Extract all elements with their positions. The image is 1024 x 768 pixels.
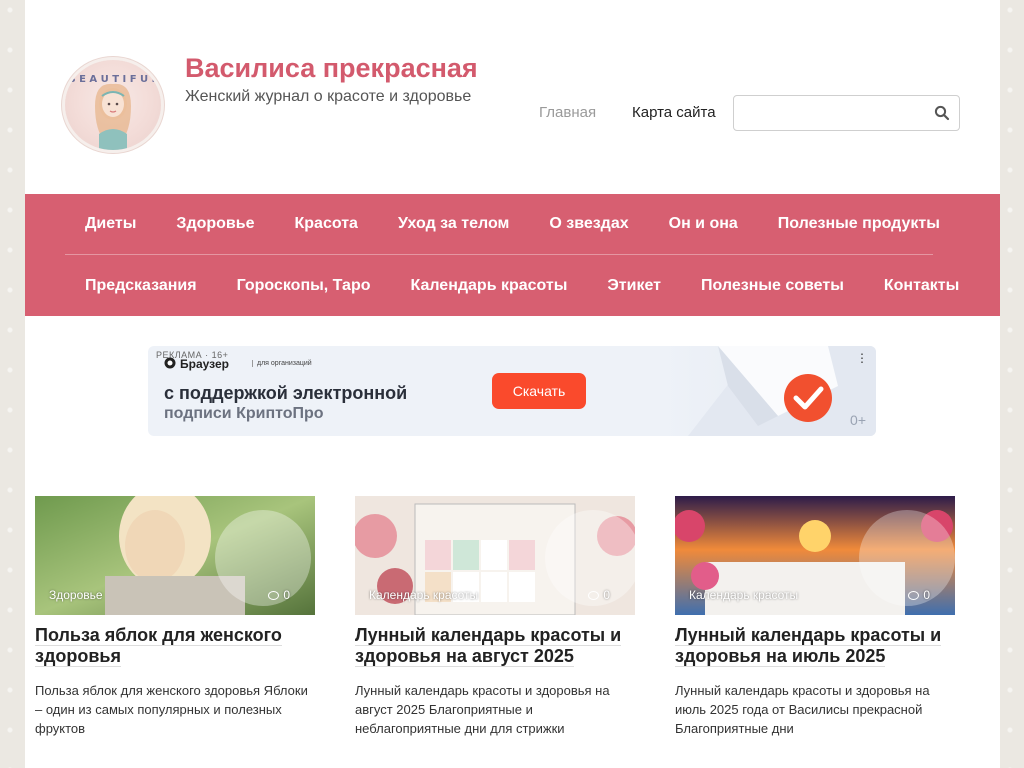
nav-item-contacts[interactable]: Контакты: [864, 277, 979, 295]
article-comment-count: 0: [923, 588, 930, 602]
article-category[interactable]: Календарь красоты: [689, 588, 798, 602]
main-nav-row-2: Предсказания Гороскопы, Таро Календарь к…: [65, 255, 959, 316]
ad-headline: с поддержкой электронной: [164, 383, 408, 403]
ad-subheadline: подписи КриптоПро: [164, 405, 324, 422]
article-comments: 0: [588, 588, 610, 602]
article-title[interactable]: Лунный календарь красоты и здоровья на и…: [675, 625, 955, 667]
nav-item-useful-products[interactable]: Полезные продукты: [758, 215, 960, 233]
envelope-icon: [688, 346, 876, 436]
article-thumbnail[interactable]: Здоровье 0: [35, 496, 315, 615]
ad-brand: Браузер: [164, 357, 229, 371]
article-comments: 0: [908, 588, 930, 602]
article-comment-count: 0: [283, 588, 290, 602]
top-link-home[interactable]: Главная: [539, 104, 596, 121]
ad-download-button[interactable]: Скачать: [492, 373, 586, 409]
nav-item-he-and-she[interactable]: Он и она: [649, 215, 758, 233]
article-title-text[interactable]: Польза яблок для женского здоровья: [35, 625, 282, 667]
article-category[interactable]: Здоровье: [49, 588, 103, 602]
article-card: Календарь красоты 0 Лунный календарь кра…: [675, 496, 955, 738]
comment-icon: [908, 591, 920, 600]
ad-brand-name: Браузер: [180, 357, 229, 371]
article-title-text[interactable]: Лунный календарь красоты и здоровья на и…: [675, 625, 942, 667]
nav-item-predictions[interactable]: Предсказания: [65, 277, 217, 295]
nav-item-diets[interactable]: Диеты: [65, 215, 156, 233]
more-vertical-icon[interactable]: ⋮: [856, 351, 868, 365]
svg-text:B E A U T I F U L: B E A U T I F U L: [68, 74, 159, 85]
nav-item-body-care[interactable]: Уход за телом: [378, 215, 529, 233]
logo-illustration: B E A U T I F U L: [68, 74, 159, 150]
comment-icon: [268, 591, 280, 600]
article-excerpt: Польза яблок для женского здоровья Яблок…: [35, 683, 308, 736]
article-title[interactable]: Лунный календарь красоты и здоровья на а…: [355, 625, 635, 667]
search-box: [733, 95, 960, 131]
article-comments: 0: [268, 588, 290, 602]
site-tagline: Женский журнал о красоте и здоровье: [185, 88, 472, 105]
ad-brand-sub: для организаций: [252, 360, 312, 367]
article-title[interactable]: Польза яблок для женского здоровья: [35, 625, 315, 667]
article-thumbnail[interactable]: Календарь красоты 0: [675, 496, 955, 615]
search-icon[interactable]: [933, 104, 951, 122]
nav-item-horoscopes[interactable]: Гороскопы, Таро: [217, 277, 391, 295]
article-title-text[interactable]: Лунный календарь красоты и здоровья на а…: [355, 625, 622, 667]
main-nav: Диеты Здоровье Красота Уход за телом О з…: [25, 194, 1000, 316]
main-nav-row-1: Диеты Здоровье Красота Уход за телом О з…: [65, 194, 940, 255]
nav-item-beauty-calendar[interactable]: Календарь красоты: [390, 277, 587, 295]
nav-item-stars[interactable]: О звездах: [529, 215, 648, 233]
comment-icon: [588, 591, 600, 600]
article-card: Здоровье 0 Польза яблок для женского здо…: [35, 496, 315, 738]
article-thumbnail[interactable]: Календарь красоты 0: [355, 496, 635, 615]
ad-age-rating: 0+: [850, 412, 866, 428]
article-comment-count: 0: [603, 588, 610, 602]
article-category[interactable]: Календарь красоты: [369, 588, 478, 602]
nav-item-etiquette[interactable]: Этикет: [587, 277, 681, 295]
article-card: Календарь красоты 0 Лунный календарь кра…: [355, 496, 635, 738]
nav-item-health[interactable]: Здоровье: [156, 215, 274, 233]
article-excerpt: Лунный календарь красоты и здоровья на и…: [675, 683, 930, 736]
page: B E A U T I F U L Василиса прекрасная Же…: [25, 0, 1000, 768]
site-title[interactable]: Василиса прекрасная: [185, 53, 478, 84]
site-logo[interactable]: B E A U T I F U L: [65, 60, 161, 150]
nav-item-beauty[interactable]: Красота: [275, 215, 378, 233]
article-excerpt: Лунный календарь красоты и здоровья на а…: [355, 683, 610, 736]
search-input[interactable]: [734, 96, 924, 130]
browser-logo-icon: [164, 357, 176, 369]
ad-banner[interactable]: РЕКЛАМА · 16+ Браузер для организаций с …: [148, 346, 876, 436]
nav-item-useful-tips[interactable]: Полезные советы: [681, 277, 864, 295]
top-link-sitemap[interactable]: Карта сайта: [632, 104, 716, 121]
